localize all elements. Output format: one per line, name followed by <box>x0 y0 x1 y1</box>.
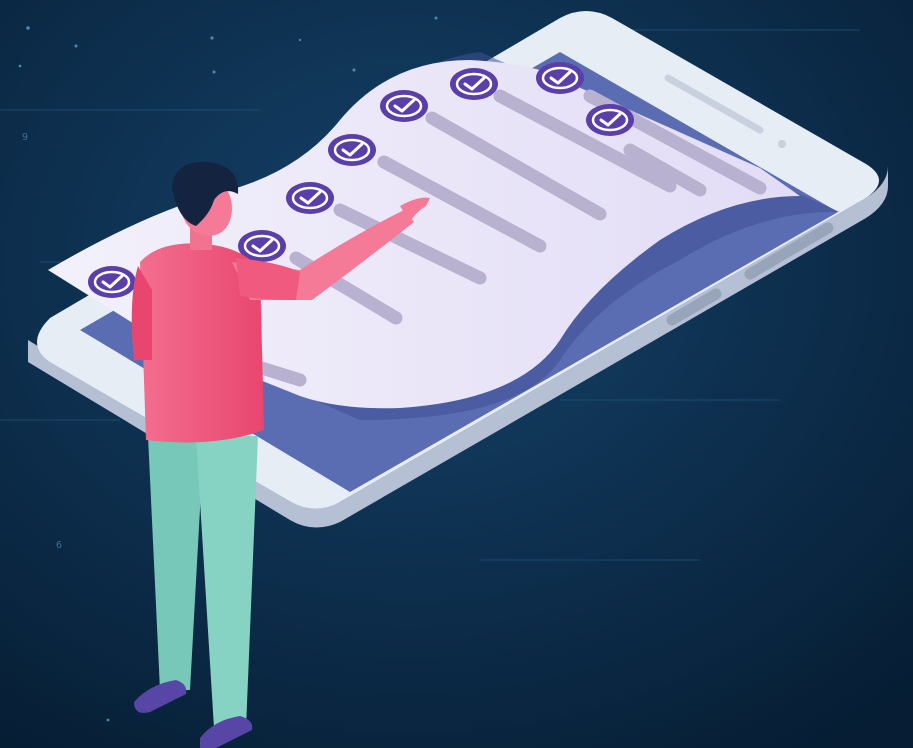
checkmark-circle-icon <box>450 68 498 100</box>
phone-camera <box>778 140 786 148</box>
checkmark-circle-icon <box>88 266 136 298</box>
checkmark-circle-icon <box>328 134 376 166</box>
background-digit: 6 <box>56 540 62 551</box>
checkmark-circle-icon <box>380 90 428 122</box>
illustration-scene: 9 6 <box>0 0 913 748</box>
background-digit: 9 <box>22 132 28 143</box>
checkmark-circle-icon <box>536 62 584 94</box>
checkmark-circle-icon <box>586 104 634 136</box>
checkmark-circle-icon <box>286 182 334 214</box>
